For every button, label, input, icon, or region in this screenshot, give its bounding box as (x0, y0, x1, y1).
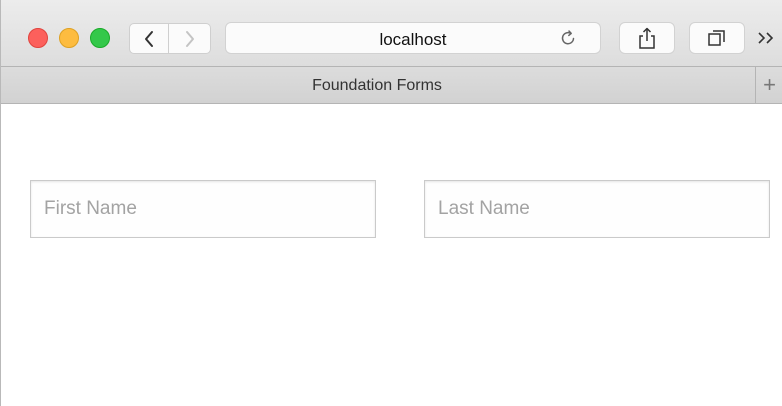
chevron-right-icon (185, 30, 194, 47)
chevron-left-icon (145, 30, 153, 47)
last-name-input[interactable] (424, 180, 770, 238)
share-button[interactable] (619, 22, 675, 54)
close-window-button[interactable] (28, 28, 48, 48)
new-tab-button[interactable]: + (755, 67, 782, 103)
minimize-window-button[interactable] (59, 28, 79, 48)
maximize-window-button[interactable] (90, 28, 110, 48)
navigation-buttons (129, 23, 211, 54)
toolbar-overflow-button[interactable] (753, 26, 779, 50)
plus-icon: + (763, 72, 776, 97)
address-text: localhost (379, 30, 447, 49)
browser-window: localhost Foundation Forms + First Name … (0, 0, 782, 406)
tab-bar: Foundation Forms + (1, 67, 782, 104)
tab-overview-button[interactable] (689, 22, 745, 54)
address-bar[interactable]: localhost (225, 22, 601, 54)
double-chevron-right-icon (758, 32, 774, 44)
back-button[interactable] (129, 23, 169, 54)
share-icon (639, 27, 655, 49)
first-name-input[interactable] (30, 180, 376, 238)
browser-toolbar: localhost (1, 0, 782, 67)
page-content (1, 104, 782, 406)
reload-icon[interactable] (558, 28, 578, 48)
tab-title[interactable]: Foundation Forms (1, 77, 753, 95)
tab-overview-icon (708, 30, 725, 46)
forward-button[interactable] (169, 23, 211, 54)
